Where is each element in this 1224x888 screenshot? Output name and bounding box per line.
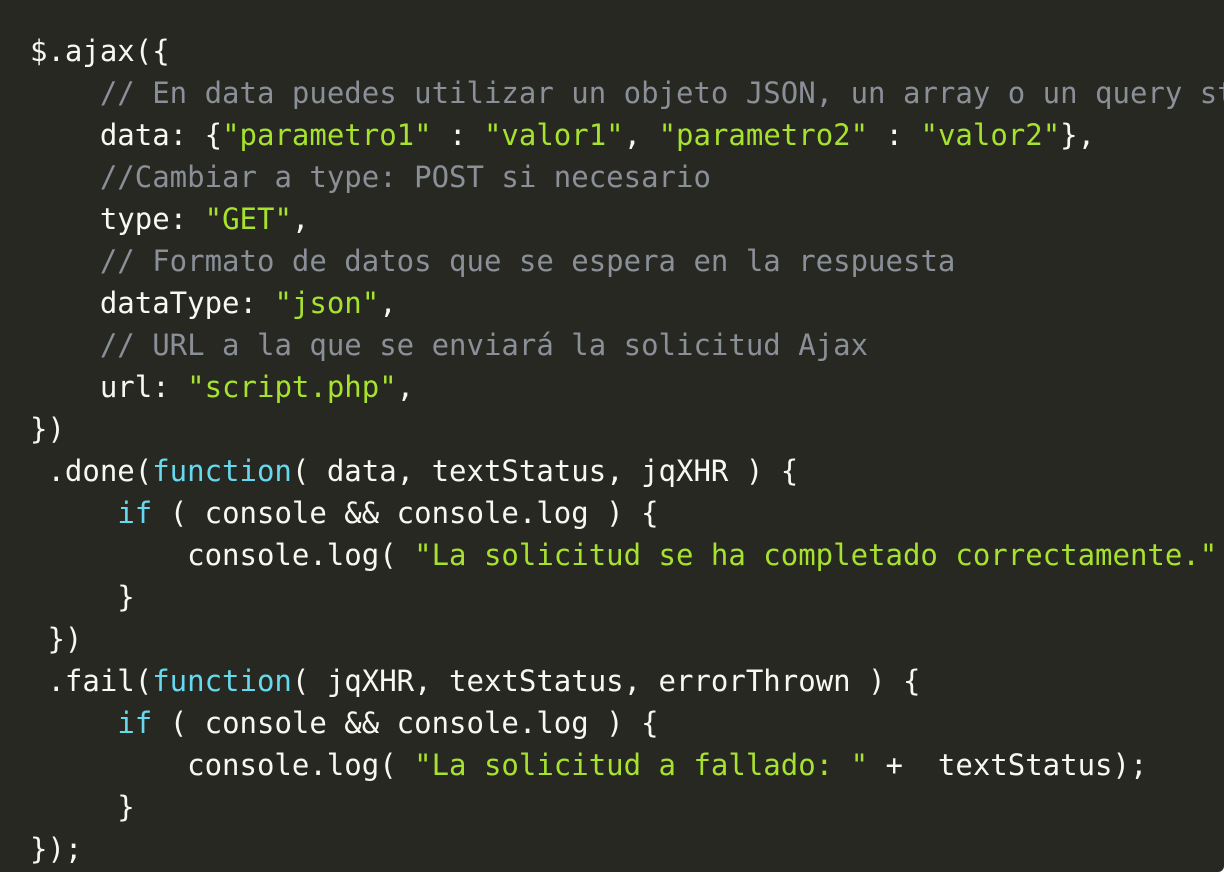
code-token-string: "parametro1"	[222, 118, 432, 152]
code-token-string: "GET"	[204, 202, 292, 236]
code-token-plain: },	[1060, 118, 1096, 152]
code-line: if ( console && console.log ) {	[30, 492, 1224, 534]
code-token-string: "valor1"	[483, 118, 624, 152]
code-token-plain: ,	[379, 286, 397, 320]
code-token-plain: );	[1217, 538, 1224, 572]
code-line: .done(function( data, textStatus, jqXHR …	[30, 450, 1224, 492]
code-line: type: "GET",	[30, 198, 1224, 240]
code-line: .fail(function( jqXHR, textStatus, error…	[30, 660, 1224, 702]
code-token-string: "La solicitud se ha completado correctam…	[414, 538, 1218, 572]
code-token-keyword: if	[117, 706, 153, 740]
code-line: // URL a la que se enviará la solicitud …	[30, 324, 1224, 366]
code-token-plain: ,	[623, 118, 659, 152]
code-line: }	[30, 786, 1224, 828]
code-line: // Formato de datos que se espera en la …	[30, 240, 1224, 282]
code-token-plain: })	[30, 622, 83, 656]
code-token-plain: type:	[30, 202, 205, 236]
code-token-string: "valor2"	[920, 118, 1061, 152]
code-token-plain: :	[431, 118, 484, 152]
code-token-plain: ( console && console.log ) {	[152, 496, 659, 530]
code-listing: $.ajax({ // En data puedes utilizar un o…	[0, 0, 1224, 870]
code-token-comment: // URL a la que se enviará la solicitud …	[99, 328, 869, 362]
code-token-keyword: function	[152, 664, 292, 698]
code-token-plain: ,	[396, 370, 415, 404]
code-token-plain: url:	[30, 370, 188, 404]
code-line: })	[30, 618, 1224, 660]
code-token-plain: ,	[291, 202, 310, 236]
code-token-plain: console.log(	[30, 748, 415, 782]
code-token-string: "json"	[274, 286, 380, 320]
code-line: dataType: "json",	[30, 282, 1224, 324]
code-line: console.log( "La solicitud se ha complet…	[30, 534, 1224, 576]
code-token-plain: .fail(	[30, 664, 153, 698]
code-line: data: {"parametro1" : "valor1", "paramet…	[30, 114, 1224, 156]
code-token-plain: :	[868, 118, 921, 152]
code-token-plain: + textStatus);	[868, 748, 1148, 782]
code-line: }	[30, 576, 1224, 618]
code-token-string: "script.php"	[187, 370, 397, 404]
code-token-string: "La solicitud a fallado: "	[414, 748, 869, 782]
code-block: $.ajax({ // En data puedes utilizar un o…	[0, 0, 1224, 872]
code-line: })	[30, 408, 1224, 450]
code-token-plain: $.ajax({	[30, 34, 170, 68]
code-token-comment: // Formato de datos que se espera en la …	[99, 244, 956, 278]
code-line: console.log( "La solicitud a fallado: " …	[30, 744, 1224, 786]
code-line: //Cambiar a type: POST si necesario	[30, 156, 1224, 198]
code-token-plain: })	[30, 412, 65, 446]
code-token-plain: data: {	[30, 118, 223, 152]
code-token-plain: .done(	[30, 454, 153, 488]
code-token-plain: console.log(	[30, 538, 415, 572]
code-line: // En data puedes utilizar un objeto JSO…	[30, 72, 1224, 114]
code-token-plain: ( data, textStatus, jqXHR ) {	[291, 454, 799, 488]
code-token-comment: // En data puedes utilizar un objeto JSO…	[99, 76, 1224, 110]
code-token-plain: });	[30, 832, 83, 866]
code-line: if ( console && console.log ) {	[30, 702, 1224, 744]
code-token-plain: }	[30, 790, 135, 824]
code-token-plain: ( jqXHR, textStatus, errorThrown ) {	[291, 664, 921, 698]
code-token-plain: }	[30, 580, 135, 614]
code-token-plain: ( console && console.log ) {	[152, 706, 659, 740]
code-token-keyword: if	[117, 496, 153, 530]
code-token-keyword: function	[152, 454, 292, 488]
code-token-string: "parametro2"	[658, 118, 869, 152]
code-line: url: "script.php",	[30, 366, 1224, 408]
code-token-plain: dataType:	[30, 286, 275, 320]
code-token-comment: //Cambiar a type: POST si necesario	[99, 160, 711, 194]
code-line: });	[30, 828, 1224, 870]
code-line: $.ajax({	[30, 30, 1224, 72]
